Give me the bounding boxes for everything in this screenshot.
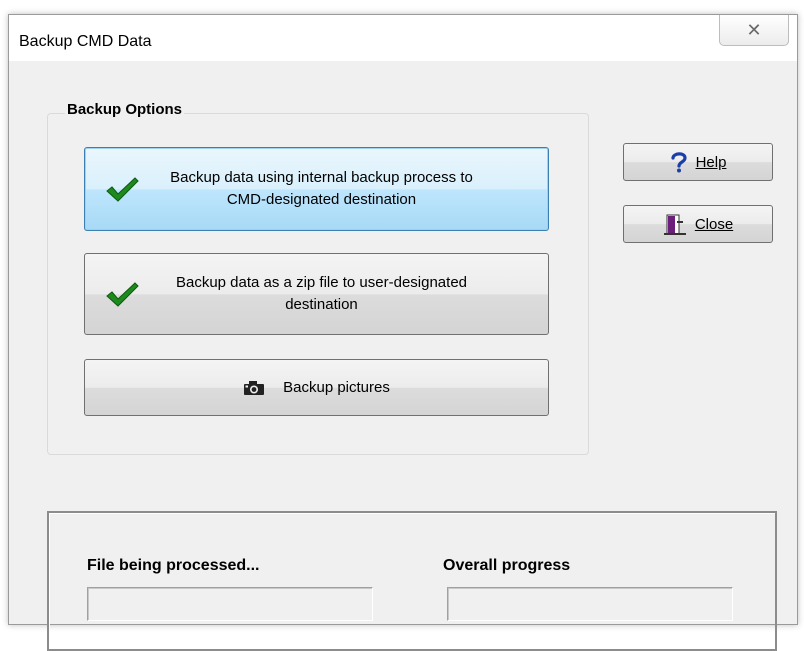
zip-backup-line1: Backup data as a zip file to user-design… (175, 274, 467, 291)
zip-backup-label: Backup data as a zip file to user-design… (136, 272, 497, 316)
zip-backup-line2: destination (285, 296, 358, 313)
internal-backup-button[interactable]: Backup data using internal backup proces… (84, 147, 549, 231)
window-title: Backup CMD Data (19, 33, 152, 50)
backup-pictures-button[interactable]: Backup pictures (84, 359, 549, 416)
checkmark-icon (106, 177, 139, 202)
window-close-button[interactable]: ✕ (719, 15, 789, 46)
overall-progress-bar (447, 587, 733, 621)
backup-dialog-window: Backup CMD Data ✕ Backup Options Backup … (8, 14, 798, 651)
overall-progress-label: Overall progress (443, 557, 571, 574)
internal-backup-line2: CMD-designated destination (226, 191, 417, 208)
close-icon: ✕ (746, 19, 762, 40)
exit-door-icon (663, 212, 687, 236)
close-button[interactable]: Close (623, 205, 773, 243)
checkmark-icon (106, 282, 139, 307)
camera-icon (244, 380, 265, 395)
backup-pictures-label: Backup pictures (283, 378, 390, 396)
dialog-client-area: Backup Options Backup data using interna… (9, 61, 797, 651)
title-bar: Backup CMD Data ✕ (9, 15, 797, 61)
internal-backup-line1: Backup data using internal backup proces… (170, 169, 473, 186)
file-progress-bar (87, 587, 373, 621)
progress-frame (47, 511, 777, 651)
file-progress-label: File being processed... (87, 557, 260, 574)
zip-backup-button[interactable]: Backup data as a zip file to user-design… (84, 253, 549, 335)
internal-backup-label: Backup data using internal backup proces… (130, 167, 503, 211)
help-label: Help (695, 153, 727, 171)
question-mark-icon (670, 151, 688, 173)
backup-options-title: Backup Options (65, 101, 185, 118)
close-label: Close (694, 215, 734, 233)
help-button[interactable]: Help (623, 143, 773, 181)
